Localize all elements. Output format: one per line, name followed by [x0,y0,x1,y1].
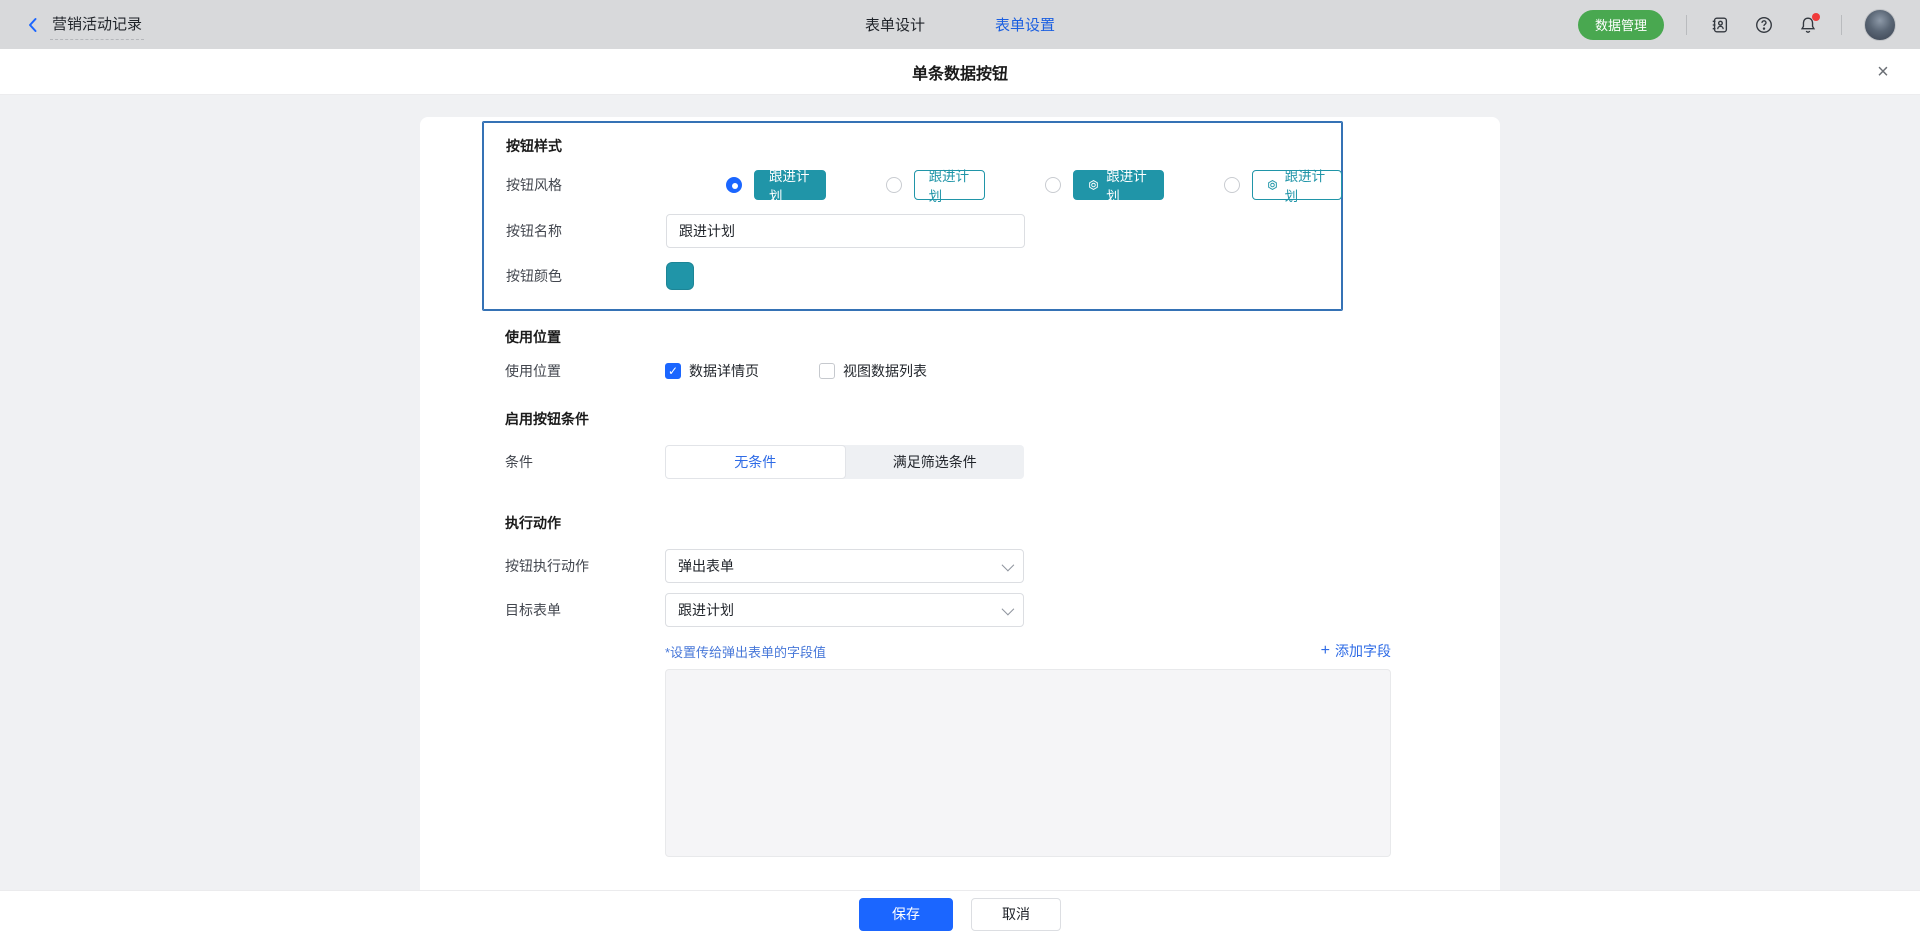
target-form-row: 目标表单 跟进计划 [505,593,1444,627]
style-preview-solid: 跟进计划 [754,170,826,200]
condition-segmented-control: 无条件 满足筛选条件 [665,445,1024,479]
condition-row: 条件 无条件 满足筛选条件 [505,445,1444,479]
section-title-condition: 启用按钮条件 [505,409,1444,429]
style-option-solid[interactable]: 跟进计划 [726,170,826,200]
chevron-down-icon [1002,559,1015,572]
segment-filter-condition[interactable]: 满足筛选条件 [846,445,1025,479]
style-preview-outline: 跟进计划 [914,170,986,200]
save-button[interactable]: 保存 [859,898,953,931]
topbar-divider [1841,15,1842,35]
checkbox-icon[interactable]: ✓ [665,363,681,379]
button-style-row: 按钮风格 跟进计划 跟进计划 跟进计划 [506,170,1342,200]
chevron-down-icon [1002,603,1015,616]
button-target-icon [1088,178,1099,192]
style-option-outline[interactable]: 跟进计划 [886,170,986,200]
bell-icon[interactable] [1797,14,1819,36]
app-title[interactable]: 营销活动记录 [52,13,142,36]
settings-card: 按钮样式 按钮风格 跟进计划 跟进计划 [420,117,1500,890]
button-style-section: 按钮样式 按钮风格 跟进计划 跟进计划 [482,121,1343,311]
plus-icon: + [1321,643,1330,659]
dialog-footer: 保存 取消 [0,890,1920,937]
button-name-row: 按钮名称 [506,214,1342,248]
tab-form-settings[interactable]: 表单设置 [995,14,1055,35]
section-title-style: 按钮样式 [506,136,1342,156]
add-field-button[interactable]: + 添加字段 [1321,641,1391,661]
color-swatch[interactable] [666,262,694,290]
field-values-empty-area [665,669,1391,857]
checkbox-option-view-list[interactable]: 视图数据列表 [819,361,927,381]
topbar: 营销活动记录 表单设计 表单设置 数据管理 [0,0,1920,49]
radio-icon[interactable] [726,177,742,193]
style-preview-solid-icon: 跟进计划 [1073,170,1163,200]
section-title-position: 使用位置 [505,327,1444,347]
back-icon[interactable] [24,16,42,34]
style-preview-outline-icon: 跟进计划 [1252,170,1342,200]
notification-badge [1812,13,1820,21]
target-form-select[interactable]: 跟进计划 [665,593,1024,627]
target-form-label: 目标表单 [505,600,665,620]
style-option-outline-icon[interactable]: 跟进计划 [1224,170,1342,200]
button-name-label: 按钮名称 [506,221,666,241]
button-name-input[interactable] [666,214,1025,248]
avatar[interactable] [1864,9,1896,41]
settings-panel: 按钮样式 按钮风格 跟进计划 跟进计划 [0,95,1920,890]
style-option-solid-icon[interactable]: 跟进计划 [1045,170,1163,200]
radio-icon[interactable] [1045,177,1061,193]
radio-icon[interactable] [1224,177,1240,193]
page-title: 单条数据按钮 [912,60,1008,84]
dialog-titlebar: 单条数据按钮 × [0,49,1920,95]
cancel-button[interactable]: 取消 [971,898,1061,931]
topbar-divider [1686,15,1687,35]
radio-icon[interactable] [886,177,902,193]
segment-no-condition[interactable]: 无条件 [665,445,846,479]
condition-label: 条件 [505,452,665,472]
checkbox-option-detail-page[interactable]: ✓ 数据详情页 [665,361,759,381]
action-row: 按钮执行动作 弹出表单 [505,549,1444,583]
usage-position-row: 使用位置 ✓ 数据详情页 视图数据列表 [505,361,1444,381]
contacts-icon[interactable] [1709,14,1731,36]
style-kind-label: 按钮风格 [506,175,666,195]
button-target-icon [1267,178,1278,192]
tab-form-design[interactable]: 表单设计 [865,14,925,35]
checkbox-icon[interactable] [819,363,835,379]
data-manage-button[interactable]: 数据管理 [1578,10,1664,40]
section-title-action: 执行动作 [505,513,1444,533]
button-color-row: 按钮颜色 [506,262,1342,290]
close-icon[interactable]: × [1874,63,1892,81]
field-values-note: *设置传给弹出表单的字段值 [665,642,826,661]
help-icon[interactable] [1753,14,1775,36]
button-color-label: 按钮颜色 [506,266,666,286]
action-select[interactable]: 弹出表单 [665,549,1024,583]
action-label: 按钮执行动作 [505,556,665,576]
usage-position-label: 使用位置 [505,361,665,381]
